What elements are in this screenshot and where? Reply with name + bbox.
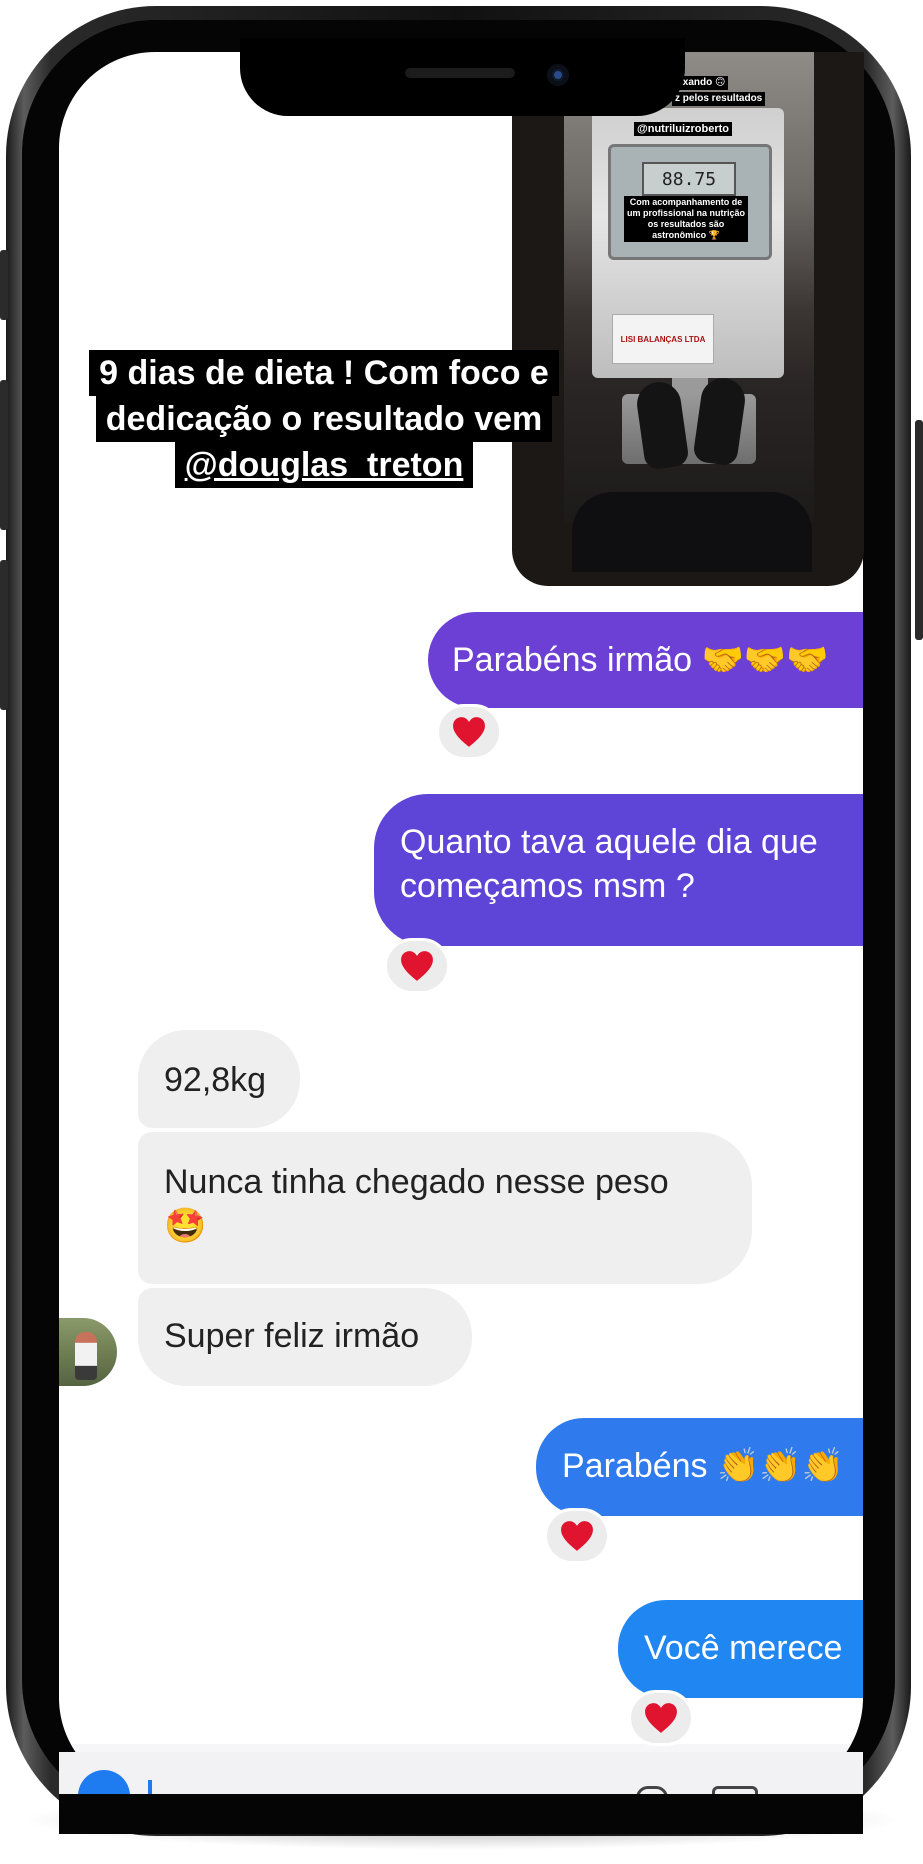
volume-down-button [0,560,8,710]
message-bubble-incoming[interactable]: 92,8kg [138,1030,300,1128]
message-text: Você merece [644,1629,843,1667]
earpiece-speaker [405,68,515,78]
message-bubble-outgoing[interactable]: Quanto tava aquele dia que começamos msm… [374,794,863,946]
reaction-heart[interactable] [436,704,502,760]
scale-reading: 88.75 [642,162,736,196]
story-tag-4: Com acompanhamento de um profissional na… [624,196,748,242]
message-text: Super feliz irmão [164,1317,420,1355]
message-text-line-2: começamos msm ? [400,867,695,905]
caption-mention-link[interactable]: @douglas_treton [174,442,474,488]
message-text-line-1: Quanto tava aquele dia que [400,823,818,861]
message-bubble-outgoing[interactable]: Você merece [618,1600,863,1698]
bottom-bezel [59,1794,863,1834]
caption-line-1: 9 dias de dieta ! Com foco e [89,350,559,396]
heart-icon [561,1521,593,1551]
message-text-line-1: Nunca tinha chegado nesse peso [164,1163,669,1201]
reaction-heart[interactable] [384,938,450,994]
legs [572,492,812,572]
story-tag-1: ixando 🙃 [677,76,729,90]
story-reply-card[interactable]: 88.75 LISI BALANÇAS LTDA ixando 🙃 z pelo… [512,52,864,586]
message-bubble-incoming[interactable]: Nunca tinha chegado nesse peso 🤩 [138,1132,752,1284]
message-text: 92,8kg [164,1061,267,1099]
star-struck-emoji: 🤩 [164,1206,207,1246]
caption-line-2: dedicação o resultado vem [95,396,553,442]
heart-icon [645,1703,677,1733]
reaction-heart[interactable] [628,1690,694,1746]
mute-switch [0,250,8,320]
avatar-person [75,1332,97,1380]
story-mention-tag: @nutriluizroberto [634,122,732,136]
volume-up-button [0,380,8,530]
scale-brand-label: LISI BALANÇAS LTDA [612,314,714,364]
reaction-heart[interactable] [544,1508,610,1564]
message-text: Parabéns irmão 🤝🤝🤝 [452,641,829,679]
front-camera [547,64,569,86]
message-bubble-incoming[interactable]: Super feliz irmão [138,1288,472,1386]
message-text: Parabéns 👏👏👏 [562,1447,844,1485]
story-tag-2: z pelos resultados [672,92,766,106]
message-bubble-outgoing[interactable]: Parabéns 👏👏👏 [536,1418,863,1516]
power-button [915,420,923,640]
story-caption: 9 dias de dieta ! Com foco e dedicação o… [76,350,572,488]
heart-icon [401,951,433,981]
heart-icon [453,717,485,747]
message-bubble-outgoing[interactable]: Parabéns irmão 🤝🤝🤝 [428,612,863,708]
